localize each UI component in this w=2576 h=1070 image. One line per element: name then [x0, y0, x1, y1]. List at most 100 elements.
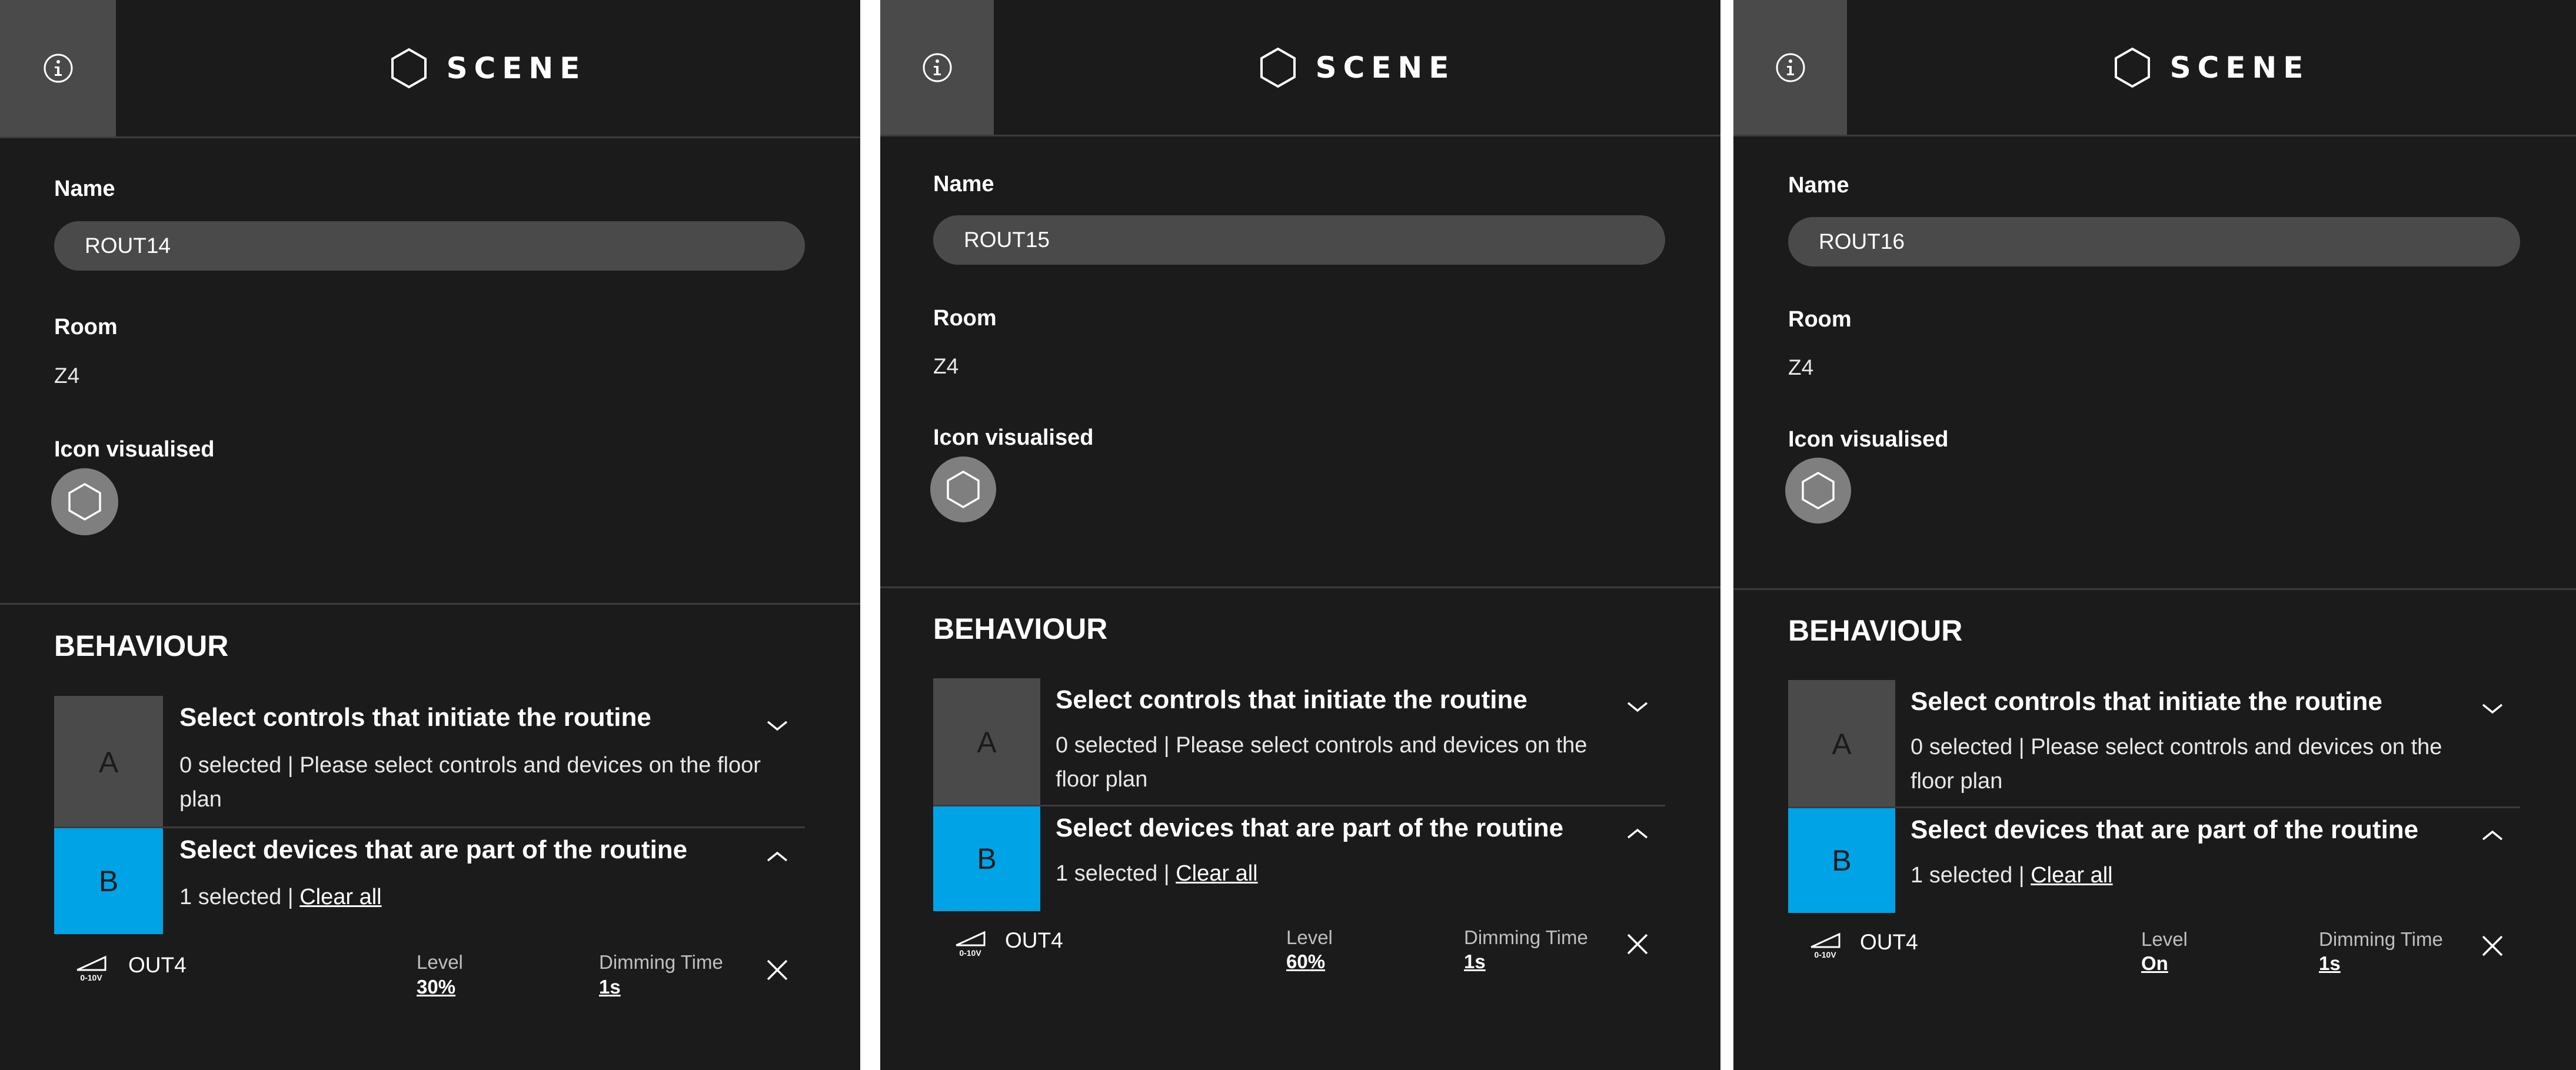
- section-divider: [880, 586, 1720, 588]
- scene-panel-1: SCENE Name ROUT14 Room Z4 Icon visualise…: [0, 0, 860, 1070]
- step-a-title[interactable]: Select controls that initiate the routin…: [1911, 687, 2382, 716]
- step-b-selection: 1 selected | Clear all: [1911, 858, 2499, 892]
- step-b-badge: B: [1788, 808, 1895, 913]
- step-a-title[interactable]: Select controls that initiate the routin…: [179, 703, 651, 732]
- level-value[interactable]: On: [2141, 952, 2168, 975]
- name-input[interactable]: ROUT14: [54, 221, 805, 271]
- dimming-time-value[interactable]: 1s: [1464, 951, 1486, 973]
- panel-header: SCENE: [880, 0, 1720, 136]
- info-button[interactable]: [0, 0, 116, 136]
- name-label: Name: [933, 172, 994, 196]
- title-text: SCENE: [1315, 50, 1456, 85]
- dimming-time-value[interactable]: 1s: [2319, 952, 2341, 975]
- level-value[interactable]: 30%: [417, 976, 455, 998]
- chevron-up-icon[interactable]: [1626, 826, 1649, 841]
- dimming-time-label: Dimming Time: [1464, 926, 1588, 948]
- clear-all-link[interactable]: Clear all: [2031, 863, 2112, 888]
- title-text: SCENE: [446, 51, 587, 85]
- section-divider: [0, 603, 860, 605]
- step-b-title[interactable]: Select devices that are part of the rout…: [179, 835, 687, 865]
- remove-device-icon[interactable]: [1626, 932, 1649, 956]
- panel-header: SCENE: [0, 0, 860, 138]
- name-input[interactable]: ROUT15: [933, 215, 1665, 265]
- selected-count: 1 selected |: [1911, 863, 2031, 888]
- chevron-down-icon[interactable]: [1626, 700, 1649, 714]
- step-separator: [54, 826, 805, 828]
- chevron-up-icon[interactable]: [2481, 828, 2504, 842]
- behaviour-heading: BEHAVIOUR: [54, 629, 229, 662]
- scene-panel-2: SCENE Name ROUT15 Room Z4 Icon visualise…: [880, 0, 1720, 1070]
- panel-title: SCENE: [116, 0, 860, 136]
- remove-device-icon[interactable]: [2481, 934, 2504, 958]
- remove-device-icon[interactable]: [766, 958, 789, 982]
- step-b-badge: B: [933, 806, 1040, 911]
- hexagon-icon: [68, 482, 101, 521]
- step-b-selection: 1 selected | Clear all: [1056, 856, 1644, 891]
- step-b-badge: B: [54, 828, 163, 934]
- room-value: Z4: [1788, 355, 1814, 379]
- title-text: SCENE: [2169, 50, 2310, 85]
- device-name: OUT4: [128, 953, 187, 977]
- info-button[interactable]: [1733, 0, 1847, 135]
- dimmer-0-10v-icon: 0-10V: [1810, 932, 1841, 959]
- hexagon-icon: [2114, 47, 2150, 88]
- dimmer-0-10v-icon: 0-10V: [956, 931, 986, 958]
- hexagon-icon: [1802, 471, 1835, 510]
- device-name: OUT4: [1005, 928, 1063, 952]
- step-a-description: 0 selected | Please select controls and …: [179, 753, 761, 812]
- hexagon-icon: [947, 470, 980, 509]
- clear-all-link[interactable]: Clear all: [299, 885, 381, 909]
- icon-picker[interactable]: [1785, 458, 1851, 524]
- level-label: Level: [1286, 926, 1333, 948]
- name-label: Name: [54, 176, 115, 201]
- step-a-badge: A: [1788, 680, 1895, 808]
- info-icon: [1776, 53, 1805, 82]
- selected-count: 1 selected |: [1056, 861, 1176, 886]
- clear-all-link[interactable]: Clear all: [1176, 861, 1257, 886]
- info-button[interactable]: [880, 0, 994, 135]
- icon-label: Icon visualised: [1788, 427, 1949, 452]
- level-value[interactable]: 60%: [1286, 951, 1325, 973]
- room-label: Room: [54, 315, 118, 339]
- hexagon-icon: [391, 48, 427, 89]
- icon-picker[interactable]: [930, 456, 996, 522]
- dimming-time-value[interactable]: 1s: [599, 976, 621, 998]
- room-value: Z4: [54, 364, 80, 388]
- panel-title: SCENE: [994, 0, 1720, 135]
- name-input[interactable]: ROUT16: [1788, 217, 2520, 266]
- device-icon-text: 0-10V: [959, 948, 981, 958]
- device-icon-text: 0-10V: [1814, 950, 1836, 959]
- dimmer-0-10v-icon: 0-10V: [76, 955, 106, 982]
- name-label: Name: [1788, 173, 1849, 198]
- chevron-down-icon[interactable]: [766, 719, 789, 733]
- chevron-up-icon[interactable]: [766, 849, 789, 864]
- room-value: Z4: [933, 354, 959, 378]
- device-name: OUT4: [1860, 930, 1918, 954]
- step-separator: [1788, 806, 2520, 808]
- chevron-down-icon[interactable]: [2481, 702, 2504, 716]
- device-icon-text: 0-10V: [80, 973, 102, 982]
- panel-header: SCENE: [1733, 0, 2576, 136]
- panel-title: SCENE: [1847, 0, 2576, 135]
- level-label: Level: [2141, 928, 2188, 950]
- step-b-title[interactable]: Select devices that are part of the rout…: [1056, 814, 1563, 843]
- step-a-description: 0 selected | Please select controls and …: [1056, 733, 1587, 792]
- step-separator: [933, 805, 1665, 806]
- icon-label: Icon visualised: [54, 437, 215, 462]
- room-label: Room: [933, 306, 997, 331]
- dimming-time-label: Dimming Time: [599, 951, 723, 973]
- section-divider: [1733, 588, 2576, 590]
- behaviour-heading: BEHAVIOUR: [933, 612, 1108, 645]
- step-b-title[interactable]: Select devices that are part of the rout…: [1911, 815, 2418, 845]
- hexagon-icon: [1260, 47, 1296, 88]
- step-a-description: 0 selected | Please select controls and …: [1911, 735, 2442, 794]
- icon-label: Icon visualised: [933, 425, 1094, 450]
- room-label: Room: [1788, 307, 1852, 332]
- step-b-selection: 1 selected | Clear all: [179, 880, 768, 914]
- info-icon: [44, 54, 72, 83]
- step-a-title[interactable]: Select controls that initiate the routin…: [1056, 685, 1527, 715]
- behaviour-heading: BEHAVIOUR: [1788, 614, 1963, 647]
- dimming-time-label: Dimming Time: [2319, 928, 2443, 950]
- icon-picker[interactable]: [51, 468, 118, 535]
- scene-panel-3: SCENE Name ROUT16 Room Z4 Icon visualise…: [1733, 0, 2576, 1070]
